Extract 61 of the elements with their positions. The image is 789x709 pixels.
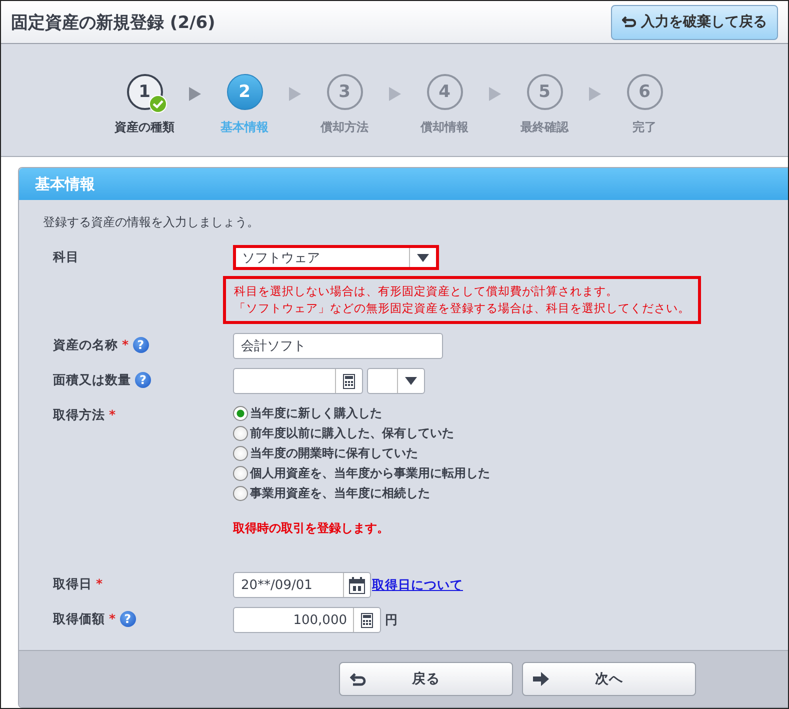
field-label: 取得価額: [53, 611, 105, 628]
account-dropdown[interactable]: ソフトウェア: [233, 245, 439, 270]
required-mark: *: [96, 576, 103, 591]
required-mark: *: [109, 407, 116, 422]
unit-dropdown[interactable]: [367, 368, 425, 394]
input-field[interactable]: [233, 368, 363, 394]
step-arrow-icon: [588, 87, 600, 101]
radio-option[interactable]: 当年度の開業時に保有していた: [233, 445, 490, 462]
field-label: 取得日: [53, 576, 92, 593]
step-number: 4: [426, 74, 462, 110]
radio-option[interactable]: 個人用資産を、当年度から事業用に転用した: [233, 465, 490, 482]
step-arrow-icon: [188, 87, 200, 101]
section-header: 基本情報: [19, 168, 788, 200]
calculator-icon: [361, 612, 373, 628]
note-text: 取得時の取引を登録します。: [233, 520, 389, 537]
page-title: 固定資産の新規登録 (2/6): [11, 12, 216, 34]
radio-button[interactable]: [233, 486, 248, 501]
next-button[interactable]: 次へ: [522, 662, 696, 696]
unit-label: 円: [385, 612, 398, 628]
input-field[interactable]: 会計ソフト: [233, 333, 443, 359]
return-icon: [350, 672, 366, 686]
step-number: 2: [226, 74, 262, 110]
caret-icon: [405, 377, 417, 385]
step-label: 最終確認: [520, 119, 568, 136]
step-label: 完了: [632, 119, 656, 136]
step-label: 償却方法: [320, 119, 368, 136]
intro-text: 登録する資産の情報を入力しましょう。: [43, 214, 260, 231]
radio-button[interactable]: [233, 406, 248, 421]
radio-button[interactable]: [233, 426, 248, 441]
calendar-icon: [349, 576, 365, 594]
calculator-icon: [343, 374, 355, 388]
field-label: 科目: [53, 249, 79, 266]
radio-button[interactable]: [233, 466, 248, 481]
return-icon: [622, 16, 636, 28]
input-field[interactable]: 100,000: [233, 607, 381, 633]
radio-option[interactable]: 当年度に新しく購入した: [233, 405, 490, 422]
required-mark: *: [109, 611, 116, 626]
step-label: 基本情報: [220, 119, 268, 136]
step-arrow-icon: [388, 87, 400, 101]
date-field[interactable]: 20**/09/01: [233, 572, 371, 598]
radio-option[interactable]: 前年度以前に購入した、保有していた: [233, 425, 490, 442]
step-arrow-icon: [488, 87, 500, 101]
check-icon: [148, 95, 166, 113]
caret-icon: [417, 254, 429, 262]
step-label: 償却情報: [420, 119, 468, 136]
arrow-right-icon: [533, 672, 549, 686]
field-label: 取得方法: [53, 407, 105, 424]
warning-message: 科目を選択しない場合は、有形固定資産として償却費が計算されます。 「ソフトウェア」などの無形固定資産を登録する場合は、科目を選択してください。: [223, 276, 701, 324]
radio-option[interactable]: 事業用資産を、当年度に相続した: [233, 485, 490, 502]
help-link[interactable]: 取得日について: [372, 576, 463, 594]
step-number: 5: [526, 74, 562, 110]
field-label: 面積又は数量: [53, 372, 131, 389]
back-button[interactable]: 戻る: [339, 662, 513, 696]
radio-button[interactable]: [233, 446, 248, 461]
step-number: 3: [326, 74, 362, 110]
required-mark: *: [122, 337, 129, 352]
step-label: 資産の種類: [114, 119, 174, 136]
step-number: 6: [626, 74, 662, 110]
discard-button[interactable]: 入力を破棄して戻る: [611, 4, 778, 40]
step-arrow-icon: [288, 87, 300, 101]
field-label: 資産の名称: [53, 337, 118, 354]
